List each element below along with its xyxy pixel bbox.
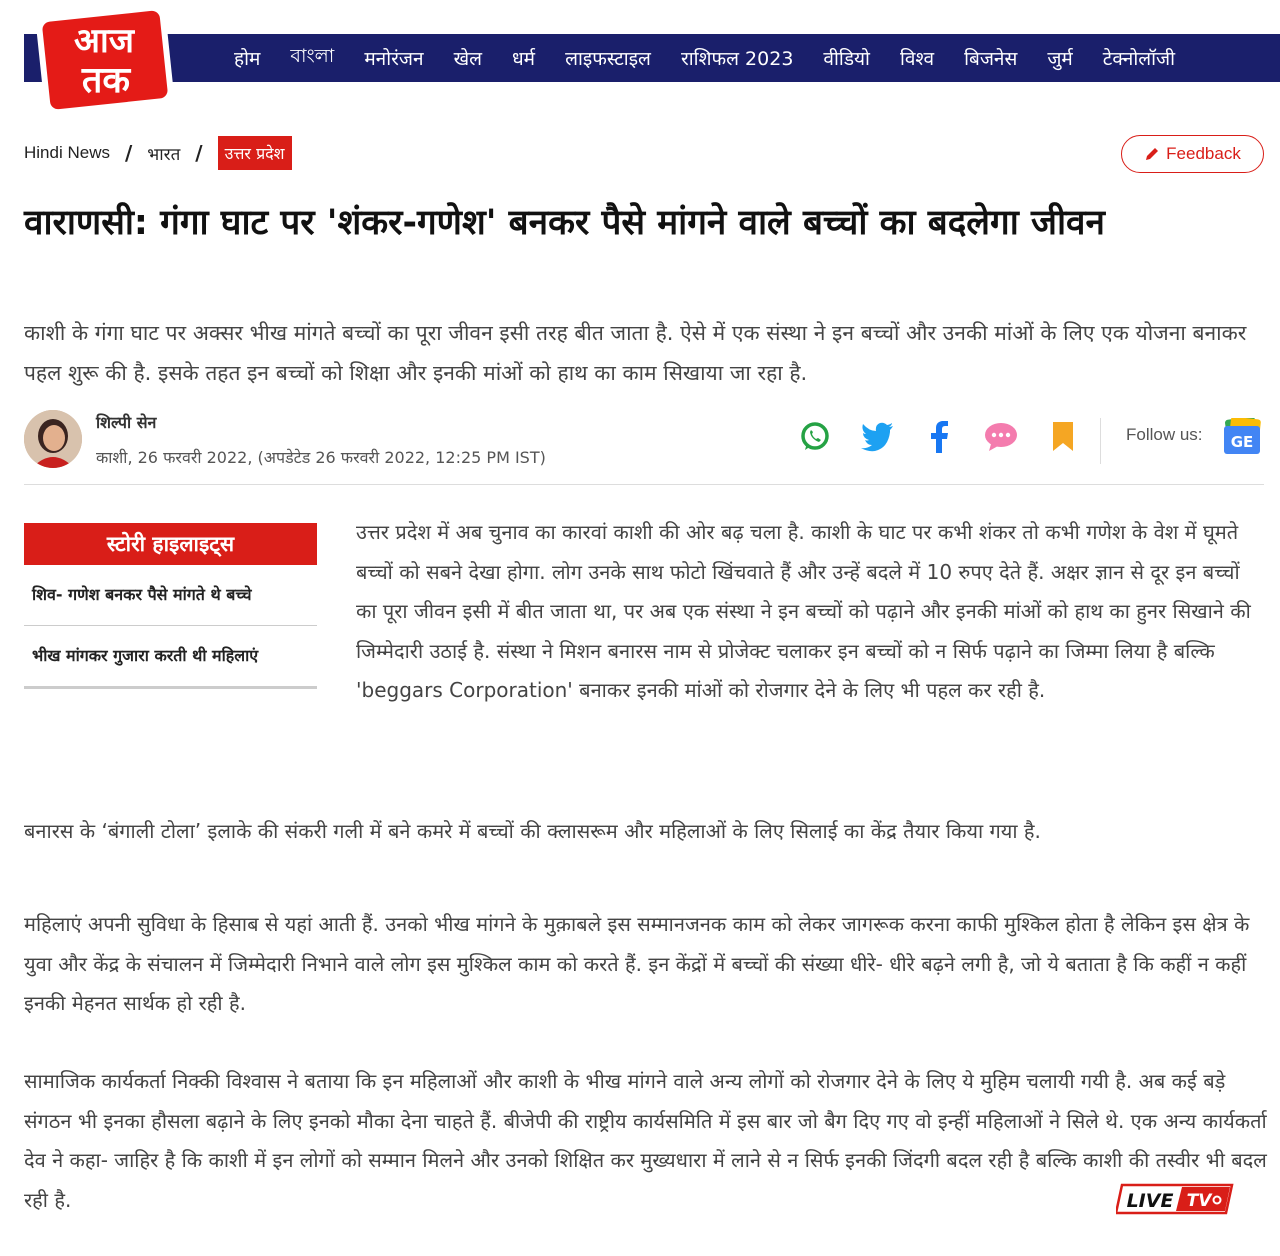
- nav-item-technology[interactable]: टेक्नोलॉजी: [1103, 45, 1175, 71]
- svg-text:GE: GE: [1231, 433, 1254, 451]
- whatsapp-icon[interactable]: [798, 420, 832, 454]
- article-summary: काशी के गंगा घाट पर अक्सर भीख मांगते बच्…: [24, 321, 1247, 385]
- article-paragraph: सामाजिक कार्यकर्ता निक्की विश्वास ने बता…: [24, 1069, 1267, 1212]
- breadcrumb-separator: /: [195, 141, 203, 165]
- nav-item-sports[interactable]: खेल: [454, 45, 482, 71]
- bookmark-icon[interactable]: [1046, 420, 1080, 454]
- nav-item-bangla[interactable]: বাংলা: [290, 42, 334, 74]
- nav-item-business[interactable]: बिजनेस: [964, 45, 1017, 71]
- nav-item-crime[interactable]: जुर्म: [1047, 45, 1072, 71]
- facebook-icon[interactable]: [922, 420, 956, 454]
- live-tv-text-tv: TV: [1187, 1191, 1214, 1211]
- highlight-item: शिव- गणेश बनकर पैसे मांगते थे बच्चे: [24, 565, 317, 626]
- live-tv-text-live: LIVE: [1127, 1190, 1174, 1212]
- comment-icon[interactable]: [984, 420, 1018, 454]
- article-headline: वाराणसी: गंगा घाट पर 'शंकर-गणेश' बनकर पै…: [24, 203, 1105, 243]
- nav-item-world[interactable]: विश्व: [900, 45, 934, 71]
- nav-item-religion[interactable]: धर्म: [512, 45, 535, 71]
- breadcrumb-separator: /: [124, 141, 133, 165]
- nav-item-lifestyle[interactable]: लाइफस्टाइल: [565, 45, 651, 71]
- breadcrumb-home[interactable]: Hindi News: [24, 143, 110, 163]
- share-divider: [1100, 418, 1101, 464]
- article-paragraph: बनारस के ‘बंगाली टोला’ इलाके की संकरी गल…: [24, 819, 1041, 843]
- nav-item-entertainment[interactable]: मनोरंजन: [364, 45, 423, 71]
- breadcrumb-current[interactable]: उत्तर प्रदेश: [217, 136, 292, 170]
- pencil-icon: [1146, 148, 1159, 160]
- twitter-icon[interactable]: [860, 420, 894, 454]
- google-news-icon[interactable]: GE: [1222, 416, 1262, 456]
- author-avatar[interactable]: [24, 410, 82, 468]
- feedback-button[interactable]: Feedback: [1121, 135, 1264, 173]
- breadcrumb: Hindi News / भारत / उत्तर प्रदेश: [24, 135, 292, 171]
- live-tv-button[interactable]: LIVE TV: [1116, 1183, 1234, 1215]
- article-dateline: काशी, 26 फरवरी 2022, (अपडेटेड 26 फरवरी 2…: [96, 448, 546, 467]
- highlight-item: भीख मांगकर गुजारा करती थी महिलाएं: [24, 626, 317, 689]
- breadcrumb-section[interactable]: भारत: [147, 142, 180, 165]
- nav-item-video[interactable]: वीडियो: [823, 45, 870, 71]
- highlights-title: स्टोरी हाइलाइट्स: [24, 523, 317, 565]
- feedback-label: Feedback: [1166, 144, 1241, 163]
- author-divider: [24, 484, 1264, 485]
- intro-text-latin: 'beggars Corporation': [356, 678, 573, 702]
- nav-item-home[interactable]: होम: [234, 45, 260, 71]
- logo-text-bottom: तक: [81, 60, 132, 101]
- follow-label: Follow us:: [1126, 425, 1203, 444]
- logo-text-top: आज: [74, 21, 136, 61]
- share-bar: [798, 420, 1080, 454]
- author-name[interactable]: शिल्पी सेन: [96, 411, 156, 433]
- intro-text-after: बनाकर इनकी मांओं को रोजगार देने के लिए भ…: [572, 678, 1046, 702]
- article-intro-paragraph: उत्तर प्रदेश में अब चुनाव का कारवां काशी…: [356, 513, 1262, 711]
- story-highlights: स्टोरी हाइलाइट्स शिव- गणेश बनकर पैसे मां…: [24, 523, 317, 689]
- main-nav: होम বাংলা मनोरंजन खेल धर्म लाइफस्टाइल रा…: [234, 34, 1175, 82]
- article-paragraph: महिलाएं अपनी सुविधा के हिसाब से यहां आती…: [24, 912, 1250, 1015]
- aaj-tak-logo[interactable]: आज तक: [34, 6, 176, 114]
- intro-text-before: उत्तर प्रदेश में अब चुनाव का कारवां काशी…: [356, 520, 1251, 663]
- nav-item-horoscope[interactable]: राशिफल 2023: [681, 45, 793, 71]
